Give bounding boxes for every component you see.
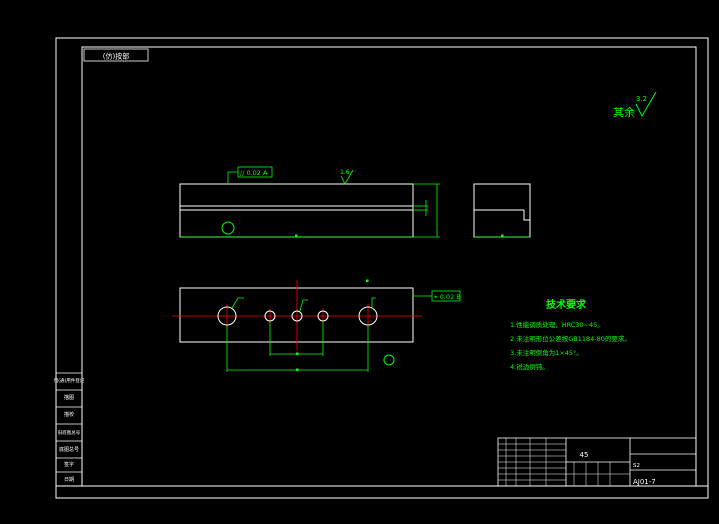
tech-req-item-2: 2.未注明形位公差按GB1184-80的要求。 [510, 334, 631, 343]
title-block: 45 S2 AJ01-7 [497, 437, 697, 487]
plan-gdt-text: ⌖ 0.02 B [434, 293, 461, 301]
strip-label-5: 底图总号 [59, 446, 79, 453]
cad-drawing: (仿)按部 其余 3.2 // 0.02 A 1.6 ⌖ 0.02 B 技术要求… [54, 37, 709, 499]
strip-label-1: 借(通)用件登记 [54, 377, 85, 384]
technical-requirements: 技术要求 1.性能调质处理，HRC30~45。 2.未注明形位公差按GB1184… [510, 298, 631, 371]
surface-note-label: 其余 [613, 105, 635, 119]
plan-view: ⌖ 0.02 B [172, 279, 461, 372]
end-view [473, 183, 531, 238]
surface-roughness-note: 其余 3.2 [613, 91, 657, 119]
strip-label-4: 旧底图总号 [58, 429, 81, 436]
left-strip: 借(通)用件登记 描图 描校 旧底图总号 底图总号 签字 日期 [54, 372, 85, 483]
tech-req-item-4: 4.锐边倒钝。 [510, 362, 549, 371]
drawing-frame [81, 46, 697, 487]
tech-req-item-1: 1.性能调质处理，HRC30~45。 [510, 320, 604, 329]
tech-req-title: 技术要求 [546, 298, 587, 311]
strip-label-6: 签字 [64, 461, 74, 468]
strip-label-3: 描校 [64, 411, 74, 418]
strip-label-7: 日期 [64, 477, 74, 483]
front-view: // 0.02 A 1.6 [179, 166, 440, 238]
corner-tag: (仿)按部 [103, 52, 129, 61]
front-gdt-text: // 0.02 A [240, 169, 268, 177]
front-hole-circle [221, 221, 235, 235]
surface-note-value: 3.2 [636, 95, 647, 103]
tech-req-item-3: 3.未注明倒角为1×45°。 [510, 348, 583, 357]
title-drawing-number: AJ01-7 [633, 478, 656, 486]
plan-datum-circle [383, 354, 395, 366]
strip-label-2: 描图 [64, 394, 74, 401]
plan-view-outline [179, 287, 414, 343]
title-code: S2 [633, 463, 640, 469]
front-roughness-value: 1.6 [340, 169, 350, 176]
sheet-border [55, 37, 709, 499]
title-material: 45 [580, 451, 589, 459]
